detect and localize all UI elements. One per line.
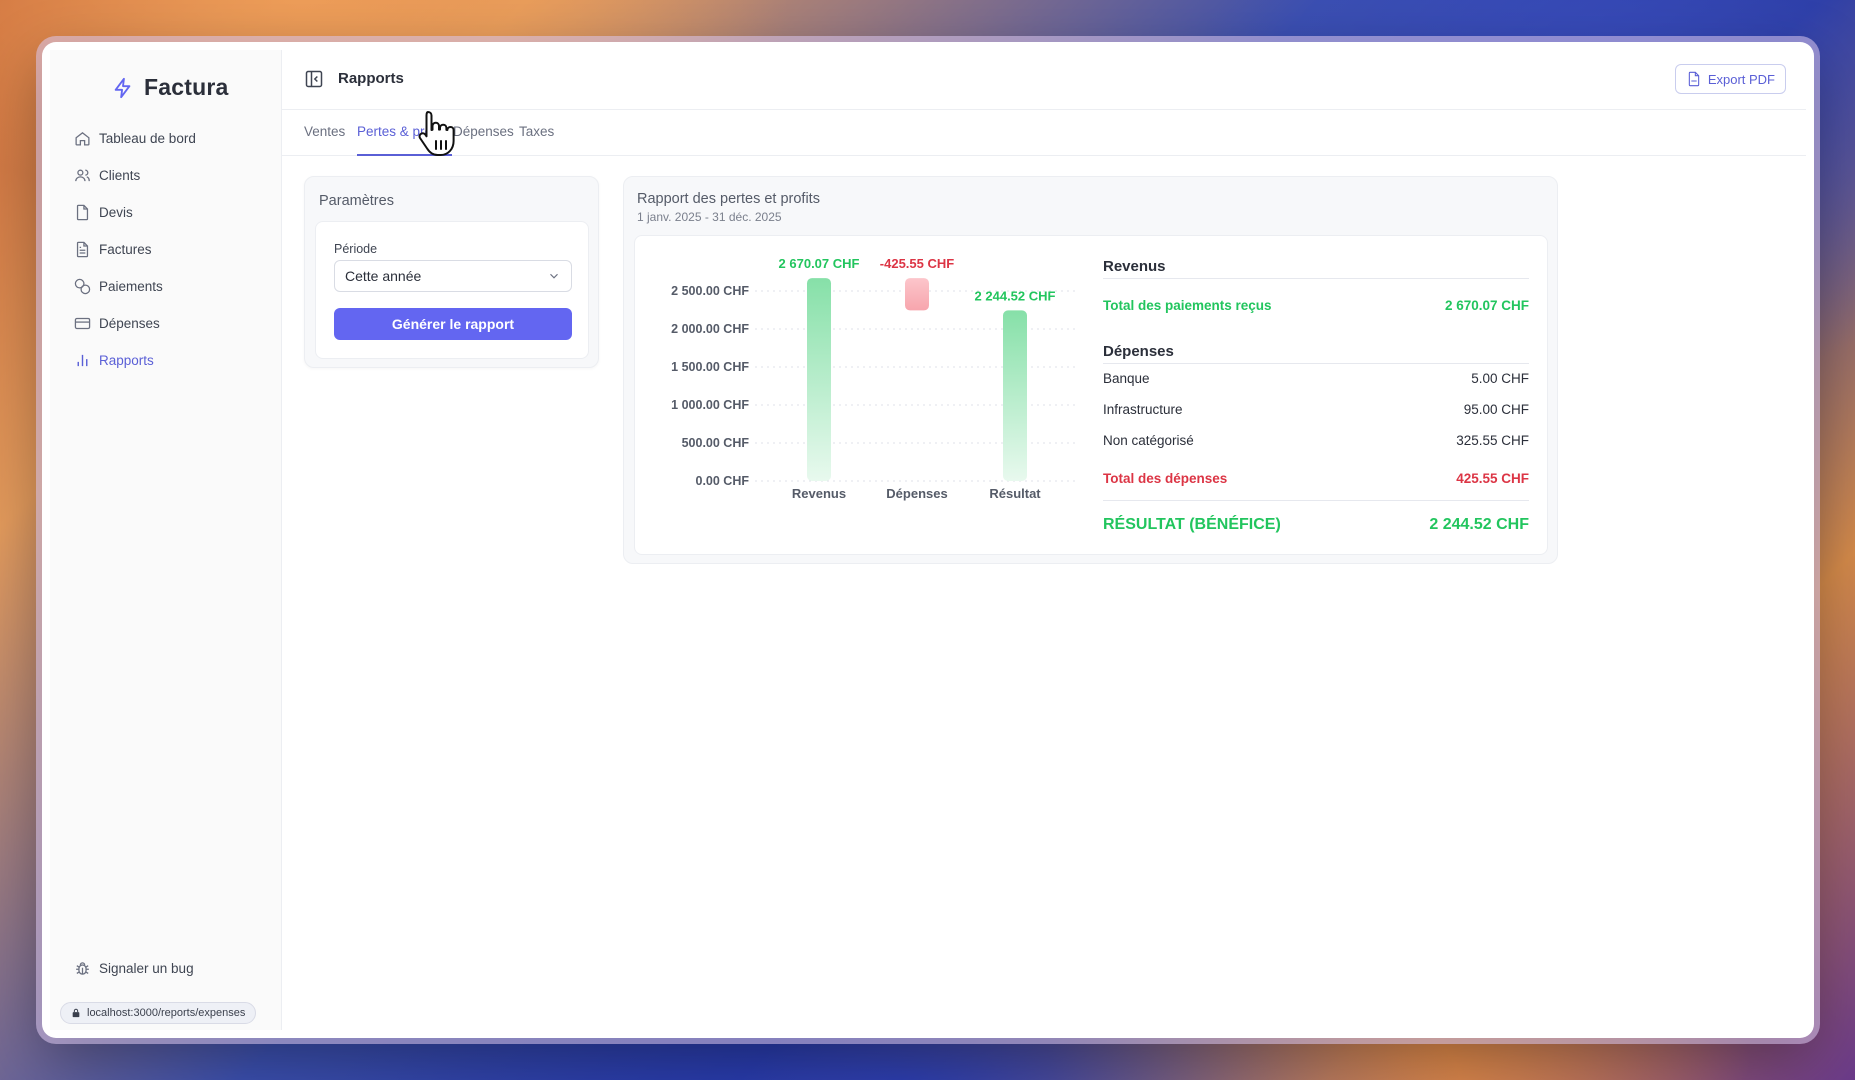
sidebar-item-tableau-de-bord[interactable]: Tableau de bord (74, 120, 274, 157)
pl-bar-chart: 0.00 CHF 500.00 CHF 1 000.00 CHF 1 500.00 C… (671, 256, 1075, 501)
credit-card-icon (74, 317, 91, 330)
y-tick-label: 2 000.00 CHF (671, 322, 749, 336)
parameters-form: Période Cette année Générer le rapport (315, 221, 589, 359)
generate-report-button[interactable]: Générer le rapport (334, 308, 572, 340)
result-row: RÉSULTAT (BÉNÉFICE) 2 244.52 CHF (1103, 516, 1529, 534)
file-icon (76, 204, 89, 221)
pdf-file-icon (1688, 71, 1700, 87)
result-value: 2 244.52 CHF (1429, 516, 1529, 533)
parameters-card: Paramètres Période Cette année Générer l… (304, 176, 599, 368)
export-pdf-button[interactable]: Export PDF (1674, 64, 1786, 94)
y-tick-label: 1 000.00 CHF (671, 398, 749, 412)
y-tick-label: 1 500.00 CHF (671, 360, 749, 374)
sidebar-item-clients[interactable]: Clients (74, 157, 274, 194)
y-tick-label: 0.00 CHF (696, 474, 750, 488)
depense-value: 5.00 CHF (1471, 371, 1529, 386)
depense-label: Non catégorisé (1103, 433, 1194, 448)
page-title: Rapports (338, 70, 404, 87)
pl-report-card: Rapport des pertes et profits 1 janv. 20… (623, 176, 1558, 564)
data-label: 2 244.52 CHF (975, 288, 1056, 303)
period-label: Période (334, 242, 378, 256)
data-label: -425.55 CHF (880, 256, 954, 271)
depenses-total-label: Total des dépenses (1103, 471, 1228, 486)
bar-résultat[interactable] (1003, 310, 1027, 481)
bug-icon (76, 962, 89, 975)
revenus-total-value: 2 670.07 CHF (1444, 298, 1529, 313)
report-bug-link[interactable]: Signaler un bug (74, 960, 194, 977)
revenus-total-label: Total des paiements reçus (1103, 298, 1272, 313)
sidebar-nav: Tableau de bord Clients Devis Factures P… (74, 120, 274, 379)
y-tick-label: 500.00 CHF (682, 436, 750, 450)
sidebar: Factura Tableau de bord Clients Devis Fa… (50, 50, 282, 1030)
hand-pointer-cursor-icon (418, 111, 455, 156)
result-label: RÉSULTAT (BÉNÉFICE) (1103, 516, 1281, 533)
bar-chart-icon (77, 354, 88, 367)
brand[interactable]: Factura (112, 74, 228, 101)
data-label: 2 670.07 CHF (779, 256, 860, 271)
tab-depenses[interactable]: Dépenses (453, 124, 514, 139)
sidebar-item-label: Dépenses (99, 316, 160, 331)
period-select[interactable]: Cette année (334, 260, 572, 292)
sidebar-toggle-icon[interactable] (304, 69, 324, 89)
export-pdf-label: Export PDF (1707, 71, 1775, 87)
parameters-title: Paramètres (319, 193, 394, 209)
divider (1103, 500, 1529, 501)
brand-name: Factura (144, 74, 229, 100)
depense-row: Non catégorisé 325.55 CHF (1103, 433, 1529, 448)
bar-dépenses[interactable] (905, 278, 929, 311)
sidebar-item-label: Rapports (99, 353, 154, 368)
status-url-text: localhost:3000/reports/expenses (87, 1007, 246, 1019)
depense-value: 95.00 CHF (1463, 402, 1529, 417)
sidebar-item-label: Clients (99, 168, 141, 183)
depense-label: Banque (1103, 371, 1150, 386)
report-tabs: Ventes Pertes & profits Dépenses Taxes (282, 110, 1806, 156)
depense-row: Banque 5.00 CHF (1103, 371, 1529, 386)
report-date-range: 1 janv. 2025 - 31 déc. 2025 (637, 210, 782, 224)
depenses-total-value: 425.55 CHF (1456, 471, 1529, 486)
depense-label: Infrastructure (1103, 402, 1183, 417)
revenus-total-row: Total des paiements reçus 2 670.07 CHF (1103, 298, 1529, 313)
report-title: Rapport des pertes et profits (637, 191, 820, 207)
x-tick-label: Résultat (989, 486, 1041, 501)
app-window: Factura Tableau de bord Clients Devis Fa… (42, 42, 1814, 1038)
period-select-value: Cette année (345, 268, 422, 284)
divider (1103, 278, 1529, 279)
sidebar-item-label: Tableau de bord (99, 131, 196, 146)
sidebar-item-label: Paiements (99, 279, 163, 294)
chevron-down-icon (550, 273, 558, 279)
revenus-heading: Revenus (1103, 258, 1166, 275)
y-tick-label: 2 500.00 CHF (671, 284, 749, 298)
depenses-heading: Dépenses (1103, 343, 1174, 360)
lock-icon (72, 1008, 80, 1018)
coins-icon (74, 278, 91, 295)
bar-revenus[interactable] (807, 278, 831, 481)
divider (1103, 363, 1529, 364)
depense-value: 325.55 CHF (1456, 433, 1529, 448)
home-icon (75, 132, 90, 146)
tab-taxes[interactable]: Taxes (519, 124, 554, 139)
sidebar-item-rapports[interactable]: Rapports (74, 342, 274, 379)
bolt-icon (114, 77, 131, 98)
sidebar-item-paiements[interactable]: Paiements (74, 268, 274, 305)
file-text-icon (76, 241, 89, 258)
users-icon (75, 169, 90, 182)
x-tick-label: Revenus (792, 486, 846, 501)
sidebar-item-factures[interactable]: Factures (74, 231, 274, 268)
x-tick-label: Dépenses (886, 486, 947, 501)
sidebar-item-devis[interactable]: Devis (74, 194, 274, 231)
tab-ventes[interactable]: Ventes (304, 124, 345, 139)
report-bug-label: Signaler un bug (99, 961, 194, 976)
sidebar-item-depenses[interactable]: Dépenses (74, 305, 274, 342)
report-body: 0.00 CHF 500.00 CHF 1 000.00 CHF 1 500.00 C… (634, 235, 1548, 555)
page-header: Rapports Export PDF (282, 50, 1806, 110)
depense-row: Infrastructure 95.00 CHF (1103, 402, 1529, 417)
depenses-total-row: Total des dépenses 425.55 CHF (1103, 471, 1529, 486)
sidebar-item-label: Factures (99, 242, 152, 257)
sidebar-item-label: Devis (99, 205, 133, 220)
status-url: localhost:3000/reports/expenses (60, 1002, 257, 1024)
pl-breakdown: Revenus Total des paiements reçus 2 670.… (1103, 236, 1529, 556)
